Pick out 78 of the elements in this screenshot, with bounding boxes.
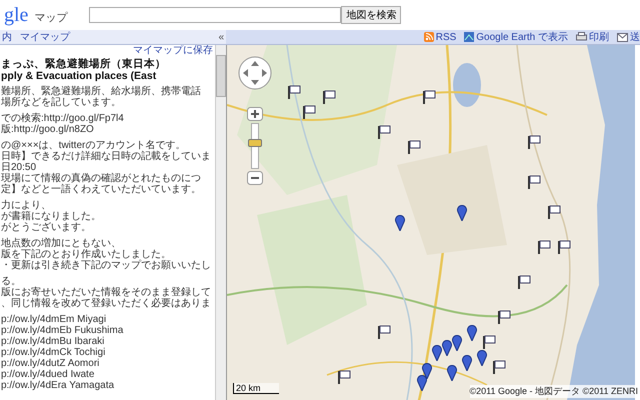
flag-marker-icon[interactable]	[287, 85, 301, 99]
scrollbar[interactable]	[215, 45, 226, 400]
description-line: 版にお寄せいただいた情報をそのまま登録して	[1, 287, 212, 298]
logo[interactable]: gle	[4, 4, 28, 26]
description-line: 版を下記のとおり作成いたしました。	[1, 249, 172, 260]
description-line: る。	[1, 276, 22, 287]
flag-marker-icon[interactable]	[482, 335, 496, 349]
map-link[interactable]: p://ow.ly/4dmBu Ibaraki	[1, 336, 215, 347]
flag-marker-icon[interactable]	[337, 370, 351, 384]
panel-link[interactable]: 内	[2, 30, 12, 44]
search-button[interactable]: 地図を検索	[341, 6, 402, 24]
panel-link[interactable]: マイマップ	[20, 30, 70, 44]
map-pin-icon[interactable]	[432, 345, 442, 361]
map-title: pply & Evacuation places (East	[1, 70, 158, 82]
description-line: での検索:http://goo.gl/Fp7l4	[1, 113, 125, 124]
map-link[interactable]: p://ow.ly/4dEra Yamagata	[1, 380, 215, 391]
description-line: 版:http://goo.gl/n8ZO	[1, 124, 95, 135]
zoom-in-button[interactable]	[247, 107, 263, 121]
map-pin-icon[interactable]	[467, 325, 477, 341]
description-line: が書籍になりました。	[1, 211, 102, 222]
description-line: 、同じ情報を改めて登録いただく必要はありま	[1, 298, 212, 309]
printer-icon	[576, 32, 587, 42]
zoom-thumb[interactable]	[248, 138, 262, 147]
map-link[interactable]: p://ow.ly/4dmEm Miyagi	[1, 314, 215, 325]
flag-marker-icon[interactable]	[407, 140, 421, 154]
description-line: 現場にて情報の真偽の確認がとれたものにつ	[1, 173, 202, 184]
description-line: がとうございます。	[1, 222, 92, 233]
map-pin-icon[interactable]	[477, 350, 487, 366]
description-line: 場所などを記しています。	[1, 97, 122, 108]
toolbar-link[interactable]: Google Earth で表示	[476, 30, 568, 44]
map-link[interactable]: p://ow.ly/4dued Iwate	[1, 369, 215, 380]
rss-icon	[424, 32, 434, 42]
flag-marker-icon[interactable]	[377, 325, 391, 339]
flag-marker-icon[interactable]	[302, 105, 316, 119]
flag-marker-icon[interactable]	[537, 240, 551, 254]
flag-marker-icon[interactable]	[492, 360, 506, 374]
description-line: 地点数の増加にともない、	[1, 238, 122, 249]
map-pin-icon[interactable]	[442, 340, 452, 356]
flag-marker-icon[interactable]	[527, 135, 541, 149]
toolbar-link[interactable]: RSS	[436, 32, 456, 42]
map-pin-icon[interactable]	[417, 375, 427, 391]
flag-marker-icon[interactable]	[497, 310, 511, 324]
description-line: 定】などと一語くわえていただいています。	[1, 184, 202, 195]
flag-marker-icon[interactable]	[557, 240, 571, 254]
map-pin-icon[interactable]	[422, 363, 432, 379]
search-field[interactable]	[89, 7, 342, 23]
description-line: 日20:50	[1, 162, 38, 173]
pan-control[interactable]	[237, 55, 273, 91]
description-line: 日時】できるだけ詳細な日時の記載をしていま	[1, 151, 212, 162]
map-pin-icon[interactable]	[462, 355, 472, 371]
description-line: の@×××は、twitterのアカウント名です。	[1, 140, 186, 151]
zoom-out-button[interactable]	[247, 171, 263, 185]
flag-marker-icon[interactable]	[527, 175, 541, 189]
map-scale: 20 km	[233, 383, 279, 394]
copyright-text: ©2011 Google - 地図データ ©2011 ZENRI	[470, 385, 638, 398]
map-pin-icon[interactable]	[395, 215, 405, 231]
collapse-button[interactable]: «	[218, 32, 224, 42]
flag-marker-icon[interactable]	[322, 90, 336, 104]
toolbar-link[interactable]: 送	[630, 30, 640, 44]
map-link[interactable]: p://ow.ly/4dutZ Aomori	[1, 358, 215, 369]
map-link[interactable]: p://ow.ly/4dmCk Tochigi	[1, 347, 215, 358]
map-pin-icon[interactable]	[452, 335, 462, 351]
description-line: 難場所、緊急避難場所、給水場所、携帯電話	[1, 86, 202, 97]
toolbar-link[interactable]: 印刷	[589, 30, 609, 44]
flag-marker-icon[interactable]	[377, 125, 391, 139]
description-line: 力により、	[1, 200, 52, 211]
map-pin-icon[interactable]	[447, 365, 457, 381]
map-pin-icon[interactable]	[457, 205, 467, 221]
envelope-icon	[617, 32, 628, 42]
globe-icon	[464, 32, 474, 42]
zoom-slider[interactable]	[251, 123, 259, 169]
map-link[interactable]: p://ow.ly/4dmEb Fukushima	[1, 325, 215, 336]
flag-marker-icon[interactable]	[422, 90, 436, 104]
description-line: ・更新は引き続き下記のマップでお願いいたし	[1, 260, 212, 271]
flag-marker-icon[interactable]	[517, 275, 531, 289]
flag-marker-icon[interactable]	[547, 205, 561, 219]
product-name: マップ	[34, 10, 68, 24]
map-title: まっぷ、緊急避難場所（東日本）	[1, 58, 167, 70]
